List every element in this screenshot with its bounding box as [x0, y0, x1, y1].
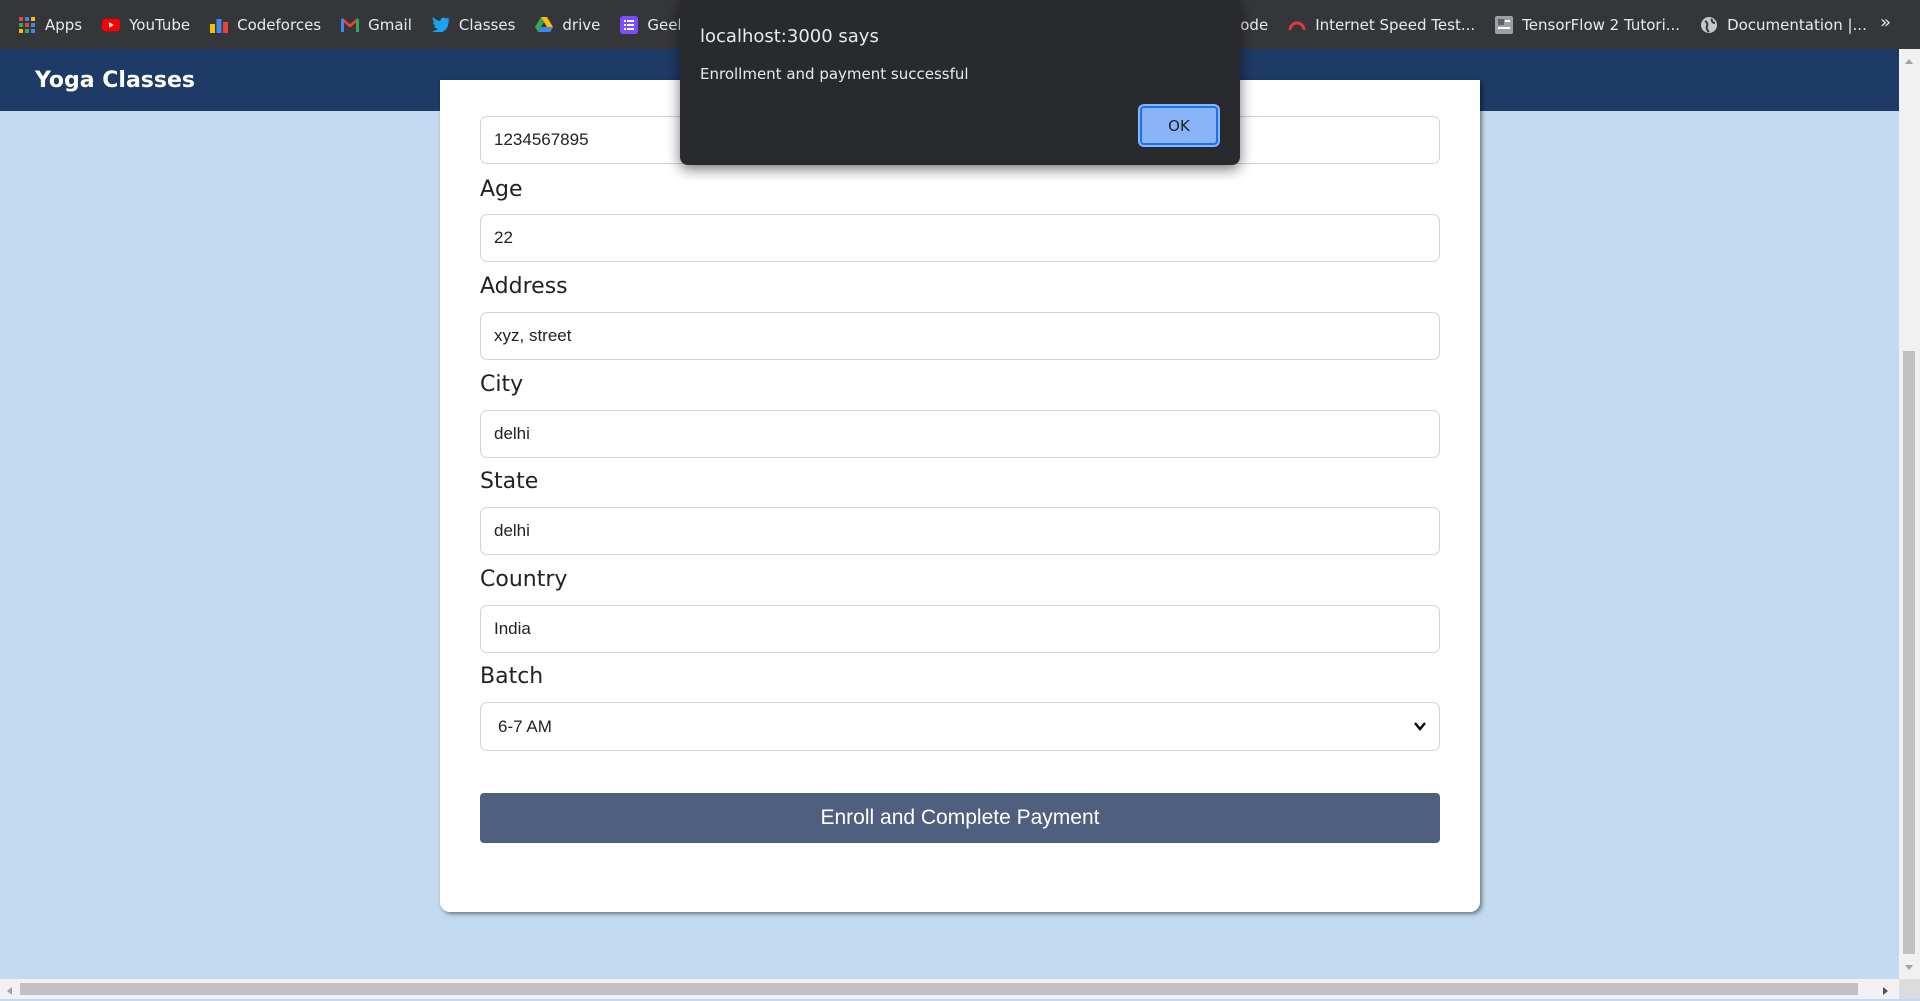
dialog-title: localhost:3000 says	[700, 26, 879, 47]
age-label: Age	[480, 177, 523, 202]
city-label: City	[480, 372, 524, 397]
scroll-up-icon[interactable]	[1904, 52, 1914, 70]
bookmark-classes[interactable]: Classes	[431, 15, 516, 34]
gmail-icon	[341, 16, 360, 34]
bookmark-label: Internet Speed Test...	[1315, 15, 1476, 34]
batch-select[interactable]: 6-7 AM	[480, 702, 1440, 751]
country-field[interactable]	[480, 605, 1440, 653]
twitter-bird-icon	[431, 16, 450, 34]
city-field[interactable]	[480, 410, 1440, 458]
bookmark-label: TensorFlow 2 Tutori...	[1522, 15, 1681, 34]
bookmark-label: Gmail	[368, 15, 412, 34]
vertical-scrollbar[interactable]	[1899, 49, 1920, 979]
scroll-down-icon[interactable]	[1904, 959, 1914, 977]
age-field[interactable]	[480, 214, 1440, 262]
ok-button[interactable]: OK	[1140, 106, 1218, 145]
scroll-left-icon[interactable]	[5, 983, 13, 1001]
apps-grid-icon	[18, 16, 36, 34]
google-drive-icon	[535, 16, 554, 34]
bookmark-codeforces[interactable]: Codeforces	[210, 16, 321, 34]
bookmark-label: Classes	[458, 15, 516, 34]
brand-title[interactable]: Yoga Classes	[35, 68, 195, 93]
chevron-down-icon	[1413, 718, 1427, 738]
batch-label: Batch	[480, 664, 544, 689]
country-label: Country	[480, 567, 568, 592]
bookmark-youtube[interactable]: YouTube	[102, 16, 190, 34]
bookmarks-right-group: code Internet Speed Test... TensorFlow 2…	[1232, 0, 1887, 49]
list-icon	[620, 15, 639, 34]
bookmark-drive[interactable]: drive	[535, 16, 600, 34]
address-field[interactable]	[480, 312, 1440, 360]
bookmark-label: Codeforces	[237, 15, 322, 34]
state-label: State	[480, 469, 539, 494]
horizontal-scrollbar[interactable]	[0, 979, 1899, 999]
enrollment-form-card	[440, 80, 1480, 912]
bookmark-tensorflow[interactable]: TensorFlow 2 Tutori...	[1495, 15, 1681, 34]
vertical-scroll-thumb[interactable]	[1903, 351, 1915, 954]
bookmark-speed-test[interactable]: Internet Speed Test...	[1288, 16, 1475, 34]
address-label: Address	[480, 274, 568, 299]
batch-selected-value: 6-7 AM	[498, 716, 552, 736]
scrollbar-corner	[1899, 979, 1920, 999]
alert-dialog: localhost:3000 says Enrollment and payme…	[680, 0, 1240, 165]
document-icon	[1495, 15, 1514, 34]
bookmark-gmail[interactable]: Gmail	[341, 16, 412, 34]
codeforces-icon	[210, 16, 229, 34]
bookmark-documentation[interactable]: Documentation |...	[1700, 16, 1867, 34]
horizontal-scroll-thumb[interactable]	[20, 983, 1858, 995]
state-field[interactable]	[480, 507, 1440, 555]
bookmark-label: Apps	[45, 15, 83, 34]
bookmark-label: drive	[562, 15, 601, 34]
youtube-icon	[102, 16, 121, 34]
globe-icon	[1700, 16, 1718, 34]
dialog-message: Enrollment and payment successful	[700, 65, 969, 83]
bookmark-label: Documentation |...	[1727, 15, 1867, 34]
scroll-right-icon[interactable]	[1882, 983, 1890, 1001]
bookmarks-overflow-button[interactable]: »	[1880, 12, 1891, 33]
speedometer-icon	[1288, 16, 1306, 34]
bookmark-label: YouTube	[129, 15, 191, 34]
enroll-payment-button[interactable]: Enroll and Complete Payment	[480, 793, 1440, 843]
bookmark-apps[interactable]: Apps	[18, 16, 82, 34]
